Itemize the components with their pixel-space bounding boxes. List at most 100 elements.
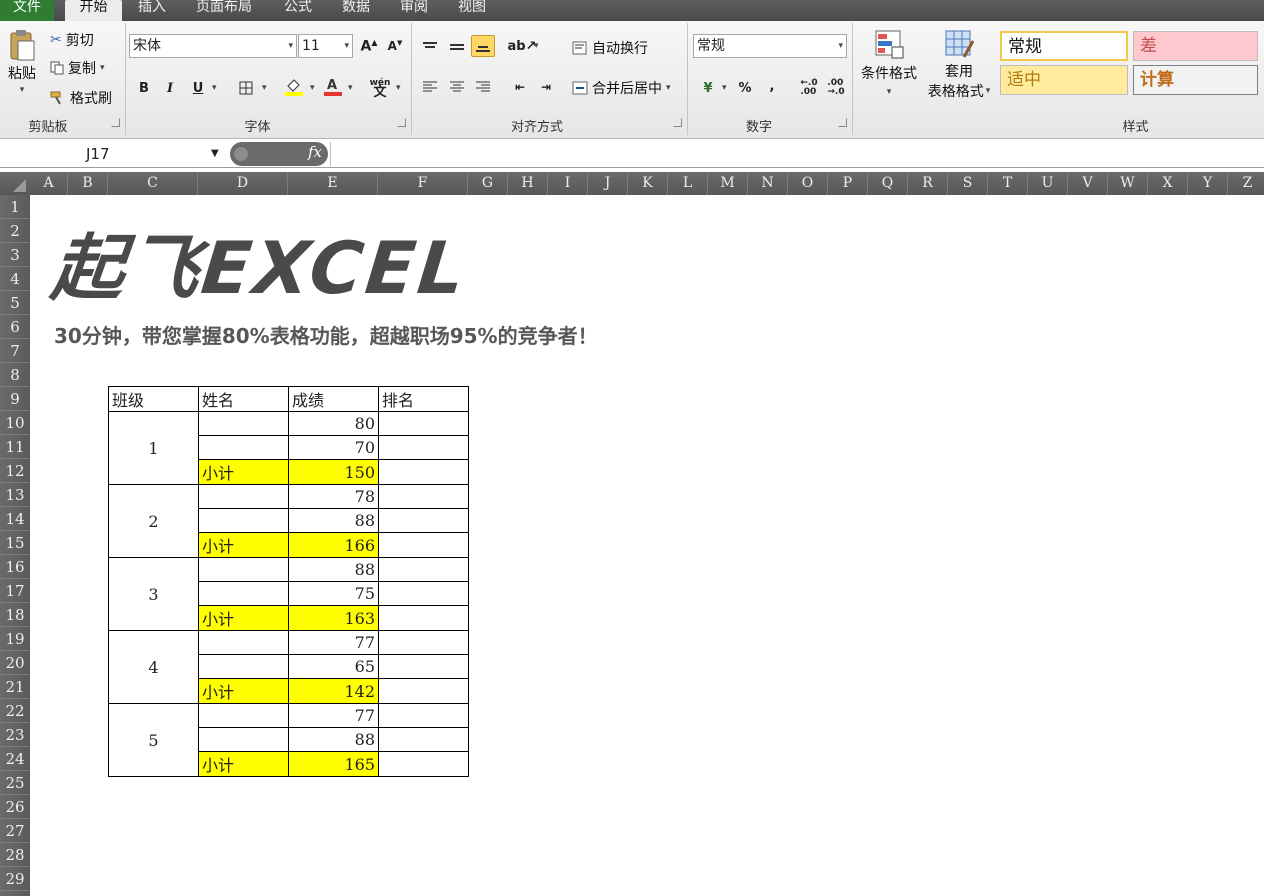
tab-data[interactable]: 数据 xyxy=(338,0,374,21)
fill-color-dropdown-icon[interactable]: ▾ xyxy=(310,83,315,93)
underline-button[interactable]: U xyxy=(186,77,210,99)
column-header-a[interactable]: A xyxy=(30,172,68,195)
row-header-14[interactable]: 14 xyxy=(0,507,30,531)
row-header-5[interactable]: 5 xyxy=(0,291,30,315)
name-cell[interactable] xyxy=(198,727,289,752)
percent-button[interactable]: % xyxy=(733,77,757,99)
column-header-h[interactable]: H xyxy=(508,172,548,195)
name-cell[interactable] xyxy=(198,654,289,679)
row-header-17[interactable]: 17 xyxy=(0,579,30,603)
subtotal-label-cell[interactable]: 小计 xyxy=(198,532,289,558)
font-size-combo[interactable]: 11 ▾ xyxy=(298,34,353,58)
paste-button[interactable]: 粘贴 ▾ xyxy=(4,29,40,113)
score-cell[interactable]: 65 xyxy=(288,654,379,679)
header-cell[interactable]: 班级 xyxy=(108,386,199,412)
column-header-k[interactable]: K xyxy=(628,172,668,195)
rank-cell[interactable] xyxy=(378,508,469,533)
cut-button[interactable]: ✂ 剪切 xyxy=(50,29,94,51)
style-calculation[interactable]: 计算 xyxy=(1133,65,1258,95)
tab-file[interactable]: 文件 xyxy=(0,0,54,21)
score-cell[interactable]: 88 xyxy=(288,727,379,752)
align-center-button[interactable] xyxy=(445,76,469,98)
row-header-16[interactable]: 16 xyxy=(0,555,30,579)
score-cell[interactable]: 70 xyxy=(288,435,379,460)
header-cell[interactable]: 姓名 xyxy=(198,386,289,412)
column-header-j[interactable]: J xyxy=(588,172,628,195)
score-cell[interactable]: 77 xyxy=(288,630,379,655)
rank-cell[interactable] xyxy=(378,605,469,631)
rank-cell[interactable] xyxy=(378,727,469,752)
align-top-button[interactable] xyxy=(418,35,442,57)
column-header-d[interactable]: D xyxy=(198,172,288,195)
style-neutral[interactable]: 适中 xyxy=(1000,65,1128,95)
rank-cell[interactable] xyxy=(378,411,469,436)
column-header-w[interactable]: W xyxy=(1108,172,1148,195)
column-header-z[interactable]: Z xyxy=(1228,172,1264,195)
copy-button[interactable]: 复制 ▾ xyxy=(50,57,105,79)
rank-cell[interactable] xyxy=(378,484,469,509)
score-cell[interactable]: 80 xyxy=(288,411,379,436)
rank-cell[interactable] xyxy=(378,581,469,606)
borders-button[interactable] xyxy=(234,77,258,99)
column-header-n[interactable]: N xyxy=(748,172,788,195)
font-launcher-icon[interactable] xyxy=(397,118,406,127)
insert-function-icon[interactable]: fx xyxy=(308,143,322,161)
row-header-1[interactable]: 1 xyxy=(0,195,30,219)
row-header-6[interactable]: 6 xyxy=(0,315,30,339)
decrease-decimal-button[interactable]: .00 →.0 xyxy=(824,77,848,99)
font-color-button[interactable]: A xyxy=(321,75,345,97)
align-bottom-button[interactable] xyxy=(471,35,495,57)
row-header-4[interactable]: 4 xyxy=(0,267,30,291)
decrease-indent-button[interactable]: ⇤ xyxy=(508,76,532,98)
style-bad[interactable]: 差 xyxy=(1133,31,1258,61)
rank-cell[interactable] xyxy=(378,459,469,485)
column-header-t[interactable]: T xyxy=(988,172,1028,195)
align-right-button[interactable] xyxy=(471,76,495,98)
column-header-f[interactable]: F xyxy=(378,172,468,195)
bold-button[interactable]: B xyxy=(132,77,156,99)
increase-font-size-button[interactable]: A▲ xyxy=(357,35,381,57)
rank-cell[interactable] xyxy=(378,532,469,558)
phonetic-button[interactable]: wén 文 xyxy=(368,77,392,100)
row-header-13[interactable]: 13 xyxy=(0,483,30,507)
rank-cell[interactable] xyxy=(378,654,469,679)
subtotal-cell[interactable]: 165 xyxy=(288,751,379,777)
name-cell[interactable] xyxy=(198,435,289,460)
row-header-11[interactable]: 11 xyxy=(0,435,30,459)
row-header-2[interactable]: 2 xyxy=(0,219,30,243)
conditional-format-button[interactable]: 条件格式 ▾ xyxy=(856,29,922,111)
column-header-r[interactable]: R xyxy=(908,172,948,195)
score-cell[interactable]: 88 xyxy=(288,557,379,582)
row-header-29[interactable]: 29 xyxy=(0,867,30,891)
header-cell[interactable]: 成绩 xyxy=(288,386,379,412)
formula-input[interactable] xyxy=(330,142,1264,166)
subtotal-cell[interactable]: 166 xyxy=(288,532,379,558)
phonetic-dropdown-icon[interactable]: ▾ xyxy=(396,83,401,93)
row-header-22[interactable]: 22 xyxy=(0,699,30,723)
rank-cell[interactable] xyxy=(378,703,469,728)
class-cell[interactable]: 4 xyxy=(108,630,199,704)
rank-cell[interactable] xyxy=(378,557,469,582)
number-format-combo[interactable]: 常规 ▾ xyxy=(693,34,847,58)
subtotal-cell[interactable]: 142 xyxy=(288,678,379,704)
tab-view[interactable]: 视图 xyxy=(454,0,490,21)
row-header-21[interactable]: 21 xyxy=(0,675,30,699)
wrap-text-button[interactable]: 自动换行 xyxy=(572,37,648,59)
format-as-table-button[interactable]: 套用 表格格式 ▾ xyxy=(922,29,996,111)
name-cell[interactable] xyxy=(198,508,289,533)
row-header-9[interactable]: 9 xyxy=(0,387,30,411)
fill-color-button[interactable] xyxy=(282,75,306,97)
row-header-3[interactable]: 3 xyxy=(0,243,30,267)
name-cell[interactable] xyxy=(198,484,289,509)
paste-dropdown-icon[interactable]: ▾ xyxy=(20,85,25,95)
subtotal-label-cell[interactable]: 小计 xyxy=(198,751,289,777)
rank-cell[interactable] xyxy=(378,630,469,655)
row-header-24[interactable]: 24 xyxy=(0,747,30,771)
chevron-down-icon[interactable]: ▼ xyxy=(211,142,219,166)
column-header-l[interactable]: L xyxy=(668,172,708,195)
rank-cell[interactable] xyxy=(378,751,469,777)
underline-dropdown-icon[interactable]: ▾ xyxy=(212,83,217,93)
row-header-26[interactable]: 26 xyxy=(0,795,30,819)
merge-dropdown-icon[interactable]: ▾ xyxy=(666,83,671,93)
column-header-e[interactable]: E xyxy=(288,172,378,195)
